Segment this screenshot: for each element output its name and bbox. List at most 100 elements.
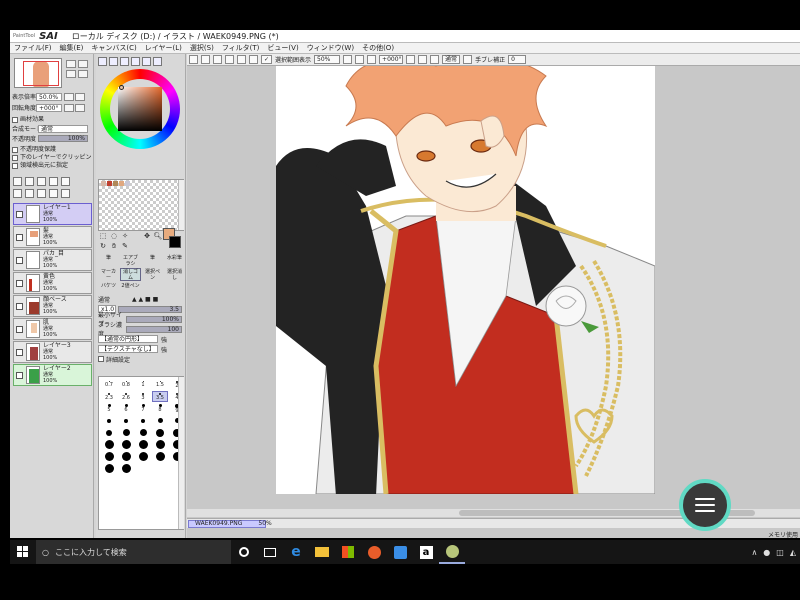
brush-size-option[interactable] [135,439,151,450]
menu-other[interactable]: その他(O) [362,43,394,53]
visibility-eye-icon[interactable] [16,325,23,333]
brush-size-option[interactable] [118,451,134,462]
new-layer-icon[interactable] [13,177,22,186]
layer-item[interactable]: レイヤー2 通常 100% [13,364,92,386]
menu-filter[interactable]: フィルタ(T) [222,43,260,53]
color-wheel-tab[interactable] [98,57,107,66]
brush-size-option[interactable] [101,415,117,426]
airbrush-tool[interactable]: エアブラシ [120,254,141,267]
select-pen-tool[interactable]: 選択ペン [142,268,163,281]
windows-start-icon[interactable] [10,540,36,564]
clear-layer-icon[interactable] [25,189,34,198]
brush-size-option[interactable]: 2.6 [118,391,134,402]
brush-size-option[interactable] [101,463,117,474]
menu-file[interactable]: ファイル(F) [14,43,52,53]
wifi-icon[interactable]: ◭ [790,548,796,557]
visibility-eye-icon[interactable] [16,210,23,218]
background-color[interactable] [169,236,181,248]
swatch[interactable] [125,181,130,186]
rotate-ccw-icon[interactable] [406,55,416,64]
brush-size-option[interactable]: 3 [135,391,151,402]
brush-size-option[interactable]: 6 [118,403,134,414]
copy-layer-icon[interactable] [49,177,58,186]
hsv-slider-tab[interactable] [120,57,129,66]
lasso-icon[interactable]: ◌ [109,232,119,241]
crop-icon[interactable] [249,55,258,64]
selection-source-row[interactable]: 領域検出元に指定 [12,160,68,169]
zoom-minus-button[interactable] [64,92,74,101]
zoom-reset-button[interactable] [78,70,88,78]
stabilizer-select[interactable]: 0 [508,55,527,64]
navigator-thumbnail[interactable] [14,58,62,88]
rotate-cw-icon[interactable] [418,55,428,64]
visibility-eye-icon[interactable] [16,371,23,379]
taskbar-search[interactable]: ○ ここに入力して検索 [36,540,231,564]
merge-down-icon[interactable] [13,189,22,198]
artwork-canvas[interactable] [276,66,655,494]
mixer-tab[interactable] [131,57,140,66]
brush-size-option[interactable] [101,451,117,462]
menu-canvas[interactable]: キャンバス(C) [91,43,136,53]
zoom-out-button[interactable] [78,60,88,68]
brush-size-option[interactable] [152,439,168,450]
undo-icon[interactable] [189,55,198,64]
brush-size-option[interactable]: 0.8 [118,379,134,390]
paper-effect-checkbox[interactable] [12,116,18,123]
brush-size-option[interactable] [118,415,134,426]
rect-select-icon[interactable]: ⬚ [98,232,108,241]
min-size-slider[interactable]: 100% [126,315,182,323]
swatch-tab[interactable] [142,57,151,66]
rotate-icon[interactable]: ↻ [98,242,108,251]
transfer-down-icon[interactable] [37,189,46,198]
zoom-fit-button[interactable] [66,70,76,78]
selection-source-checkbox[interactable] [12,162,18,169]
viewport-frame[interactable] [23,61,59,86]
rgb-slider-tab[interactable] [109,57,118,66]
lock-icon[interactable] [61,189,70,198]
invert-icon[interactable] [225,55,234,64]
scratch-tab[interactable] [153,57,162,66]
angle-field[interactable]: +000° [36,103,62,112]
brush-size-option[interactable] [118,439,134,450]
zoom-field[interactable]: 50.0% [36,92,62,101]
new-folder-icon[interactable] [37,177,46,186]
eraser-tool[interactable]: 消しゴム [120,268,141,281]
file-explorer-icon[interactable] [309,540,335,564]
edge-browser-icon[interactable]: e [283,540,309,564]
menu-layer[interactable]: レイヤー(L) [145,43,182,53]
brush-size-option[interactable] [152,427,168,438]
swatch[interactable] [107,181,112,186]
layer-item[interactable]: 黄色 通常 100% [13,272,92,294]
visibility-eye-icon[interactable] [16,279,23,287]
visibility-eye-icon[interactable] [16,302,23,310]
select-eraser-tool[interactable]: 選択消し [164,268,185,281]
brush-size-option[interactable] [152,451,168,462]
detail-checkbox[interactable] [98,356,104,362]
zoom-out-icon[interactable] [343,55,353,64]
edge-select[interactable]: 【通常の円形】 [98,335,158,343]
visibility-eye-icon[interactable] [16,348,23,356]
fg-bg-colors[interactable] [163,228,183,250]
saturation-value-square[interactable] [118,87,162,131]
watercolor-tool[interactable]: 水彩筆 [164,254,185,267]
opacity-slider[interactable]: 100% [38,135,88,142]
rotate-left-button[interactable] [64,103,74,112]
flip-icon[interactable] [463,55,473,64]
zoom-select[interactable]: 50% [314,55,341,64]
brush-size-option[interactable] [118,463,134,474]
hamburger-menu-button[interactable] [679,479,731,531]
swatch[interactable] [113,181,118,186]
magic-wand-icon[interactable]: ✧ [120,232,130,241]
hand-icon[interactable]: ✋︎ [109,242,119,251]
fg-swap-icon[interactable] [131,232,141,241]
zoom-icon[interactable]: 🔍︎ [153,232,163,241]
paper-effect-row[interactable]: 画材効果 [12,114,44,123]
app-blue-icon[interactable] [387,540,413,564]
brush-size-option[interactable] [152,415,168,426]
menu-select[interactable]: 選択(S) [190,43,214,53]
chevron-up-icon[interactable]: ∧ [751,548,757,557]
swatch-scrollbar[interactable] [178,180,184,230]
brush-size-option[interactable]: 1 [135,379,151,390]
swatch[interactable] [119,181,124,186]
layer-item[interactable]: パカ_目 通常 100% [13,249,92,271]
